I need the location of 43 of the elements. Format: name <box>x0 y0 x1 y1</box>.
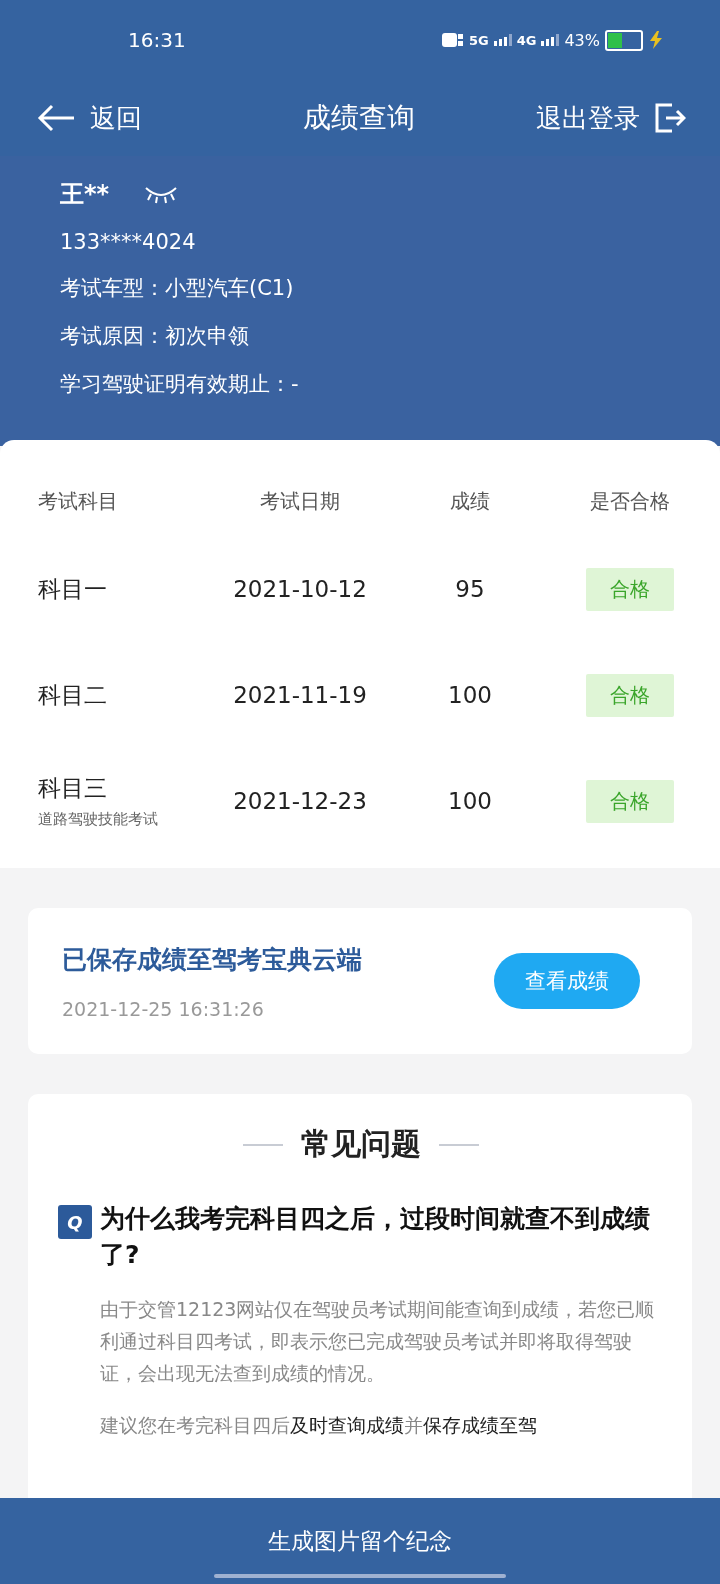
page-title: 成绩查询 <box>303 100 415 136</box>
question-badge: Q <box>58 1205 92 1239</box>
network-label: 5G <box>469 32 489 48</box>
column-header: 考试科目 <box>37 487 119 515</box>
answer-paragraph: 建议您在考完科目四后及时查询成绩并保存成绩至驾 <box>100 1413 538 1438</box>
user-name: 王** <box>60 179 110 210</box>
subject-cell-text: 科目一 <box>38 574 108 604</box>
battery-icon <box>605 29 643 51</box>
logout-button[interactable]: 退出登录 <box>536 100 686 136</box>
result-tag: 合格 <box>586 567 674 611</box>
saved-time: 2021-12-25 16:31:26 <box>62 997 265 1020</box>
saved-title: 已保存成绩至驾考宝典云端 <box>62 943 362 976</box>
back-button[interactable]: 返回 <box>36 100 142 136</box>
battery-percent: 43% <box>564 30 600 50</box>
profile-info: 学习驾驶证明有效期止：- <box>60 371 300 398</box>
subject-note: 道路驾驶技能考试 <box>38 810 159 829</box>
question-text: 为什么我考完科目四之后，过段时间就查不到成绩了? <box>100 1203 651 1271</box>
logout-icon[interactable] <box>654 102 686 134</box>
result-tag: 合格 <box>586 673 674 717</box>
score-cell-text: 95 <box>454 576 486 602</box>
score-cell-text: 100 <box>447 682 493 708</box>
network-label: 4G <box>516 32 537 48</box>
subject-cell-text: 科目三 <box>38 774 108 803</box>
date-cell-text: 2021-11-19 <box>232 682 368 708</box>
column-header: 考试日期 <box>259 487 341 515</box>
subject-cell-text: 科目二 <box>38 680 108 710</box>
generate-image-button[interactable]: 生成图片留个纪念 <box>0 1498 720 1584</box>
result-tag: 合格 <box>586 779 674 823</box>
date-cell-text: 2021-12-23 <box>232 788 368 814</box>
profile-info: 考试原因：初次申领 <box>60 323 250 350</box>
column-header: 是否合格 <box>589 487 671 515</box>
section-title: 常见问题 <box>301 1125 421 1163</box>
hd-icon <box>442 32 464 48</box>
profile-info: 考试车型：小型汽车(C1) <box>60 275 295 302</box>
score-cell-text: 100 <box>447 788 493 814</box>
date-cell-text: 2021-10-12 <box>232 576 368 602</box>
signal-icon <box>541 34 560 46</box>
back-arrow-icon[interactable] <box>36 104 76 132</box>
status-time: 16:31 <box>128 28 186 52</box>
phone-number: 133****4024 <box>60 230 197 254</box>
signal-icon <box>493 34 512 46</box>
column-header: 成绩 <box>449 487 491 515</box>
answer-paragraph: 由于交管12123网站仅在驾驶员考试期间能查询到成绩，若您已顺利通过科目四考试，即表示您已完成驾驶员考试并即将取得驾驶证，会出现无法查到成绩的情况。 <box>100 1297 656 1386</box>
